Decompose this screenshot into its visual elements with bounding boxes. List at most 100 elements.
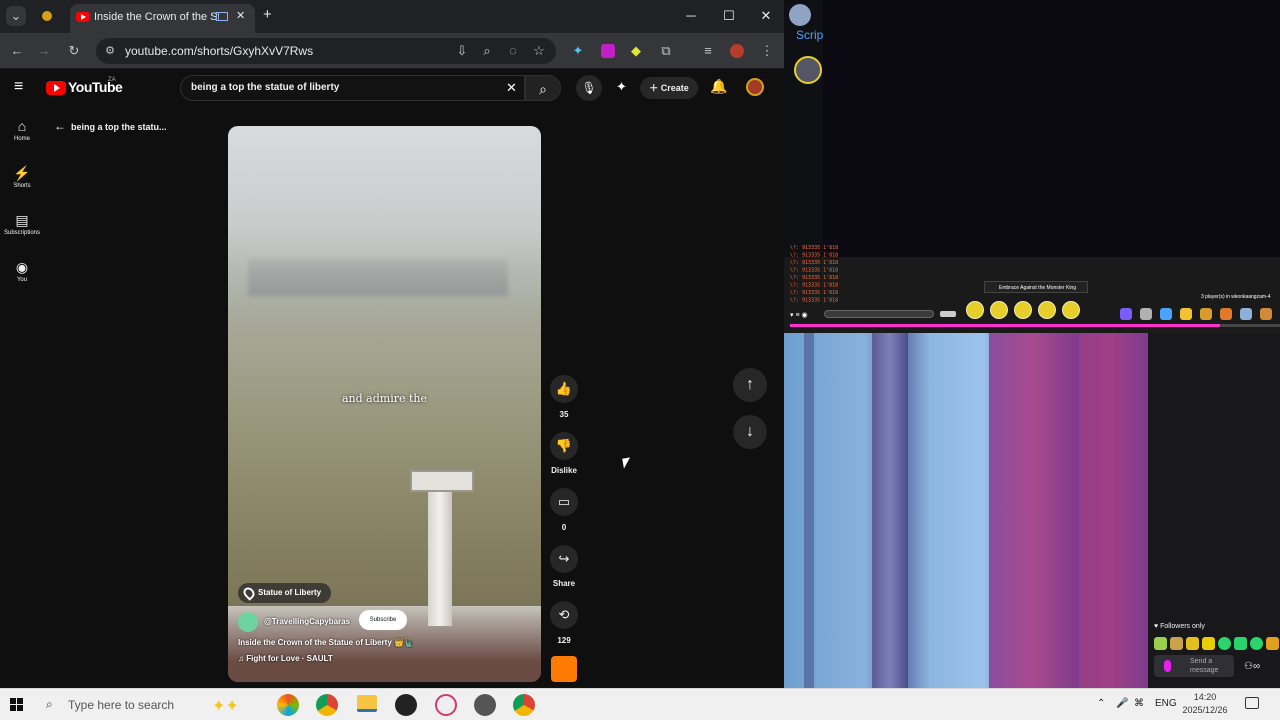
next-short-button[interactable]: ↓ [733,415,767,449]
chrome-profile-icon[interactable] [513,694,535,716]
clear-search-icon[interactable]: ✕ [506,80,517,96]
address-bar[interactable]: ⚙ youtube.com/shorts/GxyhXvV7Rws ⇩ ⌕ ◌ ☆ [96,38,556,64]
combat-log-line: \?: 913335 1'818 [790,268,838,274]
like-button[interactable]: 👍 [550,375,578,403]
channel-name[interactable]: @TravellingCapybaras [264,617,350,626]
bookmark-star-icon[interactable]: ☆ [529,41,549,61]
profile-tab-icon[interactable] [40,9,54,23]
hud-bag-icon [1180,308,1192,320]
notifications-bell-icon[interactable]: 🔔 [710,78,727,95]
mic-icon[interactable] [1164,660,1171,672]
emote-2-icon[interactable] [1170,637,1183,650]
eye-off-icon[interactable]: ◌ [503,41,523,61]
back-arrow-icon[interactable]: ← [54,119,66,133]
search-button[interactable]: ⌕ [525,75,561,101]
tab-search-icon[interactable]: ⌄ [6,6,26,26]
previous-short-button[interactable]: ↑ [733,368,767,402]
app-6-icon[interactable] [474,694,496,716]
comments-button[interactable]: ▭ [550,488,578,516]
zoom-icon[interactable]: ⌕ [477,41,497,61]
youtube-logo-icon[interactable] [46,81,66,95]
site-info-icon[interactable]: ⚙ [100,41,120,61]
voice-search-icon[interactable]: 🎙 [576,75,602,101]
music-track[interactable]: ♫ Fight for Love · SAULT [238,654,333,663]
tray-mic-icon[interactable]: 🎤 [1116,698,1128,709]
game-hud: \?: 913335 1'818 \?: 913335 1'818 \?: 9133… [784,245,1280,333]
language-indicator[interactable]: ENG [1155,698,1177,709]
windows-taskbar: ⌕ Type here to search ✦✦ ⌃ 🎤 ⌘ ENG 14:20… [0,688,1280,720]
remix-button[interactable]: ⟲ [550,601,578,629]
new-tab-button[interactable]: + [263,6,272,23]
close-window-button[interactable]: ✕ [751,6,781,26]
tab-close-icon[interactable]: ✕ [236,9,245,22]
xp-fill [790,324,1220,327]
chrome-icon[interactable] [316,694,338,716]
dislike-button[interactable]: 👎 [550,432,578,460]
reload-icon[interactable]: ↻ [64,41,84,61]
profile-avatar-icon[interactable] [730,44,744,58]
extension-3-icon[interactable]: ◆ [626,41,646,61]
install-icon[interactable]: ⇩ [452,41,472,61]
forward-icon[interactable]: → [34,41,54,61]
channel-avatar[interactable] [238,612,258,632]
app-5-icon[interactable] [435,694,457,716]
like-count: 35 [559,410,569,419]
menu-kebab-icon[interactable]: ⋮ [757,41,777,61]
create-button[interactable]: ＋ Create [640,77,698,99]
taskbar-search-input[interactable]: Type here to search [68,698,174,712]
hud-sword-icon [1160,308,1172,320]
media-control-icon[interactable]: ≡ [698,41,718,61]
file-explorer-icon[interactable] [357,695,377,712]
extension-2-icon[interactable] [601,44,615,58]
emote-3-icon[interactable] [1186,637,1199,650]
emote-4-icon[interactable] [1202,637,1215,650]
hamburger-menu-icon[interactable]: ≡ [14,78,23,96]
sidebar-item-you[interactable]: ◉ You [0,259,44,283]
combat-log-line: \?: 913335 1'818 [790,275,838,281]
url-text: youtube.com/shorts/GxyhXvV7Rws [125,44,314,58]
ai-sparkle-icon[interactable]: ✦ [616,79,627,95]
tray-chevron-icon[interactable]: ⌃ [1097,698,1105,709]
combat-log-line: \?: 913335 1'818 [790,283,838,289]
search-input[interactable]: being a top the statue of liberty ✕ [180,75,525,101]
sidebar-item-home[interactable]: ⌂ Home [0,118,44,142]
location-chip[interactable]: Statue of Liberty [238,583,332,603]
maximize-button[interactable]: ☐ [714,6,744,26]
emote-5-icon[interactable] [1218,637,1231,650]
extensions-puzzle-icon[interactable]: ⧉ [656,41,676,61]
emote-7-icon[interactable] [1250,637,1263,650]
chat-settings-icon[interactable]: ⚇∞ [1244,661,1260,672]
tray-network-icon[interactable]: ⌘ [1134,698,1144,709]
xp-bar [790,324,1280,327]
taskbar-clock[interactable]: 14:20 2025/12/26 [1180,691,1230,717]
short-video-player[interactable]: and admire the Statue of Liberty @Travel… [228,126,541,682]
search-highlight-icon[interactable]: ✦✦ [212,696,239,716]
tab-active[interactable]: Inside the Crown of the Statue of Libert… [70,4,255,33]
back-icon[interactable]: ← [7,41,27,61]
share-button[interactable]: ↪ [550,545,578,573]
script-label: Scrip [796,28,824,42]
notifications-icon[interactable] [1245,697,1259,709]
video-title[interactable]: Inside the Crown of the Statue of Libert… [238,638,414,647]
emote-6-icon[interactable] [1234,637,1247,650]
copilot-icon[interactable] [277,694,299,716]
sidebar-item-label: Home [13,136,30,142]
twitch-chat-panel: ♥ Followers only Send a message ⚇∞ [1148,333,1280,688]
minimize-button[interactable]: ─ [676,6,706,26]
emote-1-icon[interactable] [1154,637,1167,650]
account-avatar[interactable] [746,78,764,96]
obs-icon[interactable] [395,694,417,716]
tree-trunk [804,333,814,688]
sound-thumbnail[interactable] [551,656,577,682]
combat-log-line: \?: 913335 1'818 [790,260,838,266]
sidebar-item-shorts[interactable]: ⚡ Shorts [0,165,44,189]
sidebar-item-subscriptions[interactable]: ▤ Subscriptions [0,212,44,236]
subscribe-button[interactable]: Subscribe [359,610,407,630]
sidebar-item-label: Subscriptions [3,230,41,236]
dark-webcam-area [823,0,1280,257]
start-windows-icon[interactable] [10,698,24,712]
emote-8-icon[interactable] [1266,637,1279,650]
extension-1-icon[interactable]: ✦ [568,41,588,61]
desktop: ⌄ Inside the Crown of the Statue of Libe… [0,0,1280,720]
skill-slot-1-icon [966,301,984,319]
